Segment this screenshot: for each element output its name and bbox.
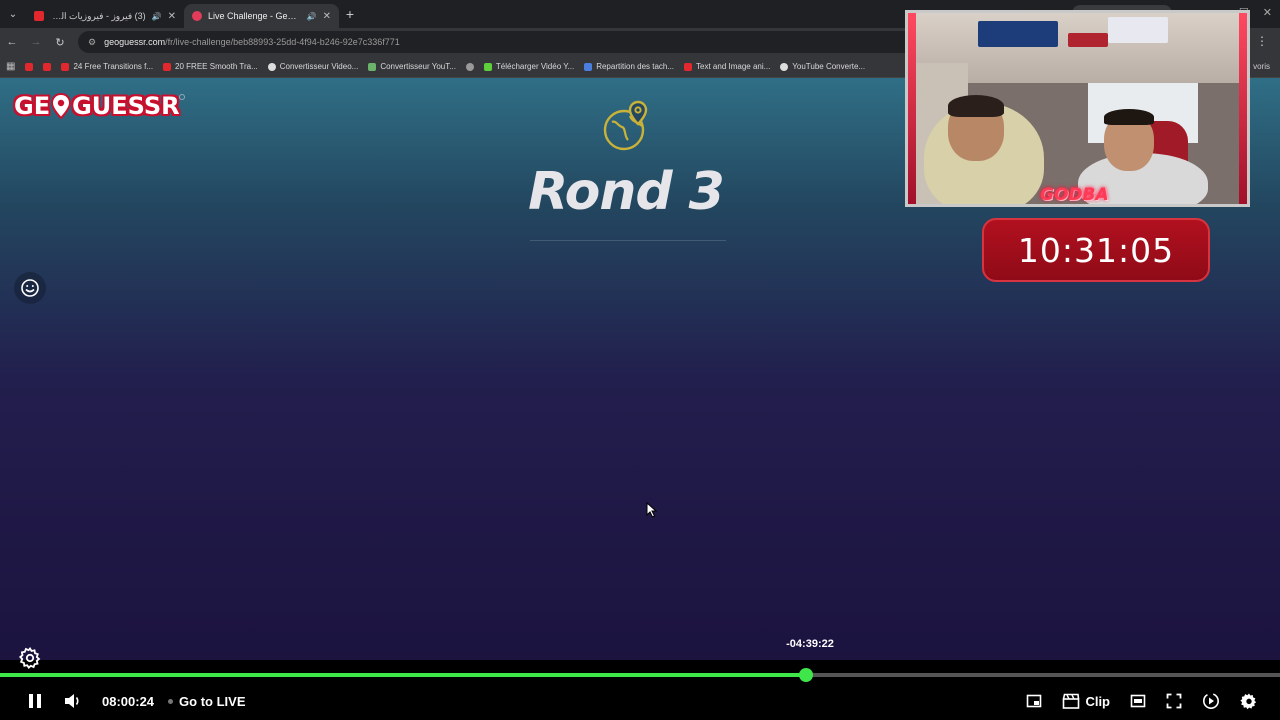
logo-text-left: GE	[14, 92, 51, 120]
tab-search-chevron-icon[interactable]: ⌄	[0, 0, 26, 28]
bookmark-item[interactable]: YouTube Converte...	[780, 62, 865, 71]
webcam-overlay: GODBA	[905, 10, 1250, 207]
clip-label: Clip	[1085, 693, 1110, 709]
url-host: geoguessr.com	[104, 37, 166, 47]
progress-scrub-handle[interactable]	[799, 668, 814, 682]
youtube-icon	[34, 11, 44, 21]
player-controls: 08:00:24 Go to LIVE Clip	[0, 682, 1280, 720]
cam-banner	[978, 21, 1058, 47]
google-icon	[267, 62, 276, 71]
youtube-icon	[61, 62, 70, 71]
cam-channel-label: GODBA	[1040, 185, 1109, 205]
speaker-icon[interactable]: 🔊	[307, 12, 317, 21]
bookmark-item[interactable]: 24 Free Transitions f...	[61, 62, 153, 71]
geoguessr-logo[interactable]: GE GUESSR	[14, 92, 180, 120]
bookmark-label: Convertisseur Video...	[279, 62, 359, 71]
smiley-icon	[21, 279, 39, 297]
bookmark-item[interactable]: Télécharger Vidéo Y...	[483, 62, 575, 71]
bookmark-label: Repartition des tach...	[596, 62, 675, 71]
fullscreen-icon[interactable]	[1166, 693, 1182, 709]
neon-light-right	[1239, 13, 1247, 204]
theatre-mode-icon[interactable]	[1130, 693, 1146, 709]
bookmark-youtube-2[interactable]	[43, 62, 52, 71]
reload-icon[interactable]: ↻	[48, 36, 72, 49]
cam-banner	[1068, 33, 1108, 47]
title-divider	[530, 240, 726, 241]
bookmark-item[interactable]: Text and Image ani...	[684, 62, 770, 71]
bookmark-label: 24 Free Transitions f...	[73, 62, 154, 71]
mouse-cursor-icon	[646, 502, 658, 518]
map-pin-icon	[51, 93, 72, 119]
close-tab-icon[interactable]: ✕	[323, 11, 331, 22]
pause-icon	[29, 694, 41, 708]
progress-fill	[0, 673, 807, 677]
logo-text-right: GUESSR	[72, 92, 180, 120]
scrub-hover-time: -04:39:22	[786, 638, 834, 650]
person-right-hair	[1104, 109, 1154, 125]
person-left-hair	[948, 95, 1004, 117]
playback-speed-icon[interactable]	[1202, 692, 1220, 710]
gear-icon[interactable]	[18, 646, 42, 670]
site-info-icon[interactable]: ⚙	[88, 37, 96, 48]
bookmark-item[interactable]: 20 FREE Smooth Tra...	[163, 62, 258, 71]
progress-bar[interactable]	[0, 668, 1280, 682]
speaker-icon[interactable]: 🔊	[152, 12, 162, 21]
url-path: /fr/live-challenge/beb88993-25dd-4f94-b2…	[165, 37, 400, 47]
all-bookmarks-label[interactable]: voris	[1253, 62, 1270, 71]
browser-menu-icon[interactable]: ⋮	[1256, 34, 1268, 48]
bookmark-globe[interactable]	[465, 62, 474, 71]
youtube-icon	[25, 62, 34, 71]
volume-button[interactable]	[58, 682, 88, 720]
close-window-icon[interactable]: ✕	[1263, 6, 1272, 19]
volume-icon	[65, 694, 79, 708]
back-arrow-icon[interactable]: ←	[0, 36, 24, 48]
youtube-icon	[163, 62, 172, 71]
apps-grid-icon[interactable]: ▦	[6, 61, 15, 72]
cam-banner	[1108, 17, 1168, 43]
youtube-icon	[684, 62, 693, 71]
download-icon	[483, 62, 492, 71]
clapperboard-icon	[1063, 693, 1080, 709]
registered-mark-icon	[179, 94, 185, 100]
pause-button[interactable]	[18, 682, 52, 720]
go-to-live-button[interactable]: Go to LIVE	[179, 694, 245, 709]
bookmark-label: Télécharger Vidéo Y...	[495, 62, 575, 71]
bookmark-youtube-1[interactable]	[25, 62, 34, 71]
bookmark-label: Convertisseur YouT...	[380, 62, 456, 71]
new-tab-button[interactable]: +	[339, 6, 361, 22]
globe-pin-icon	[603, 100, 648, 151]
docs-icon	[584, 62, 593, 71]
youtube-icon	[43, 62, 52, 71]
miniplayer-icon[interactable]	[1026, 693, 1042, 709]
bookmark-item[interactable]: Repartition des tach...	[584, 62, 674, 71]
clip-button[interactable]: Clip	[1062, 693, 1110, 709]
tab-title: (3) فيروز - فيروزيات الصباح ...	[50, 10, 146, 21]
bookmark-label: 20 FREE Smooth Tra...	[175, 62, 258, 71]
emote-button[interactable]	[14, 272, 46, 304]
bookmark-item[interactable]: Convertisseur Video...	[267, 62, 359, 71]
geoguessr-pin-icon	[192, 11, 202, 21]
bookmark-item[interactable]: Convertisseur YouT...	[368, 62, 456, 71]
close-tab-icon[interactable]: ✕	[168, 11, 176, 22]
bookmark-label: YouTube Converte...	[792, 62, 866, 71]
tab-fairuz-youtube[interactable]: (3) فيروز - فيروزيات الصباح ... 🔊 ✕	[26, 4, 184, 28]
live-indicator-dot	[168, 698, 174, 704]
converter-icon	[368, 62, 377, 71]
bookmark-label: Text and Image ani...	[696, 62, 771, 71]
countdown-timer: 10:31:05	[982, 218, 1210, 282]
player-right-controls: Clip	[1026, 682, 1258, 720]
settings-gear-icon[interactable]	[1240, 692, 1258, 710]
globe-icon	[465, 62, 474, 71]
tab-title: Live Challenge - GeoGuessr	[208, 11, 301, 21]
neon-light-left	[908, 13, 916, 204]
current-time: 08:00:24	[102, 693, 155, 709]
globe-icon	[780, 62, 789, 71]
forward-arrow-icon[interactable]: →	[24, 36, 48, 48]
tab-geoguessr[interactable]: Live Challenge - GeoGuessr 🔊 ✕	[184, 4, 339, 28]
